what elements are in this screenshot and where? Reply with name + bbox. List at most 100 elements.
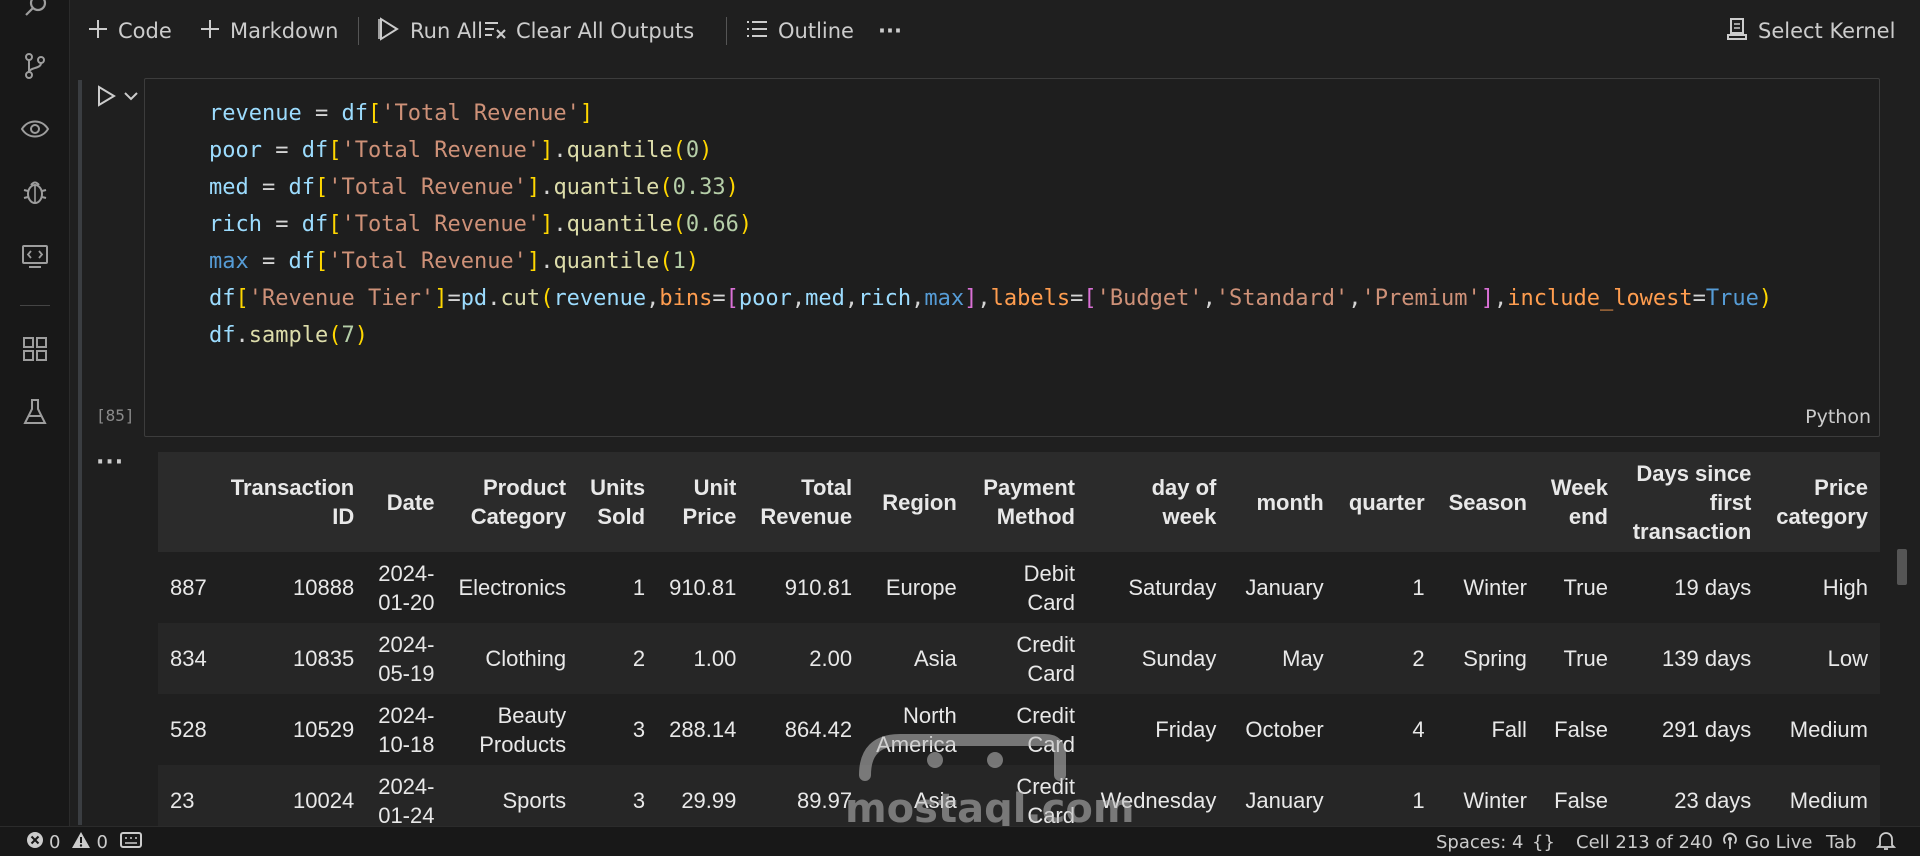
- toolbar-divider: [358, 17, 359, 45]
- table-cell: Debit Card: [968, 552, 1087, 623]
- output-actions-button[interactable]: ···: [96, 450, 124, 475]
- status-bar: 0 0 Spaces: 4 {} Cell 213 of 240 Go Live…: [0, 826, 1920, 856]
- list-icon: [746, 19, 768, 44]
- table-cell: 291 days: [1619, 694, 1764, 765]
- kernel-icon: [1726, 17, 1748, 46]
- table-cell: 10024: [218, 765, 367, 826]
- table-cell: Sunday: [1087, 623, 1229, 694]
- table-cell: Medium: [1763, 765, 1880, 826]
- code-content: revenue = df['Total Revenue'] poor = df[…: [209, 101, 1773, 348]
- table-cell: High: [1763, 552, 1880, 623]
- column-header: Days since first transaction: [1619, 452, 1764, 552]
- remote-explorer-icon[interactable]: [19, 240, 51, 272]
- more-actions-label: ···: [878, 19, 902, 43]
- run-options-button[interactable]: [122, 86, 140, 106]
- clear-all-outputs-button[interactable]: Clear All Outputs: [484, 13, 694, 49]
- table-cell: 23 days: [1619, 765, 1764, 826]
- search-icon[interactable]: [19, 0, 51, 24]
- column-header: month: [1228, 452, 1336, 552]
- table-cell: 1: [1335, 765, 1437, 826]
- bell-icon: [1875, 830, 1897, 855]
- column-header: Payment Method: [968, 452, 1087, 552]
- tab-indicator[interactable]: Tab: [1826, 830, 1856, 854]
- run-all-icon: [378, 16, 400, 46]
- cell-position-indicator[interactable]: Cell 213 of 240: [1576, 830, 1713, 854]
- select-kernel-button[interactable]: Select Kernel: [1726, 13, 1895, 49]
- table-cell: Wednesday: [1087, 765, 1229, 826]
- add-markdown-cell-button[interactable]: Markdown: [200, 13, 338, 49]
- table-cell: Medium: [1763, 694, 1880, 765]
- table-cell: 1: [1335, 552, 1437, 623]
- table-cell: Friday: [1087, 694, 1229, 765]
- table-cell: 288.14: [657, 694, 749, 765]
- notifications-button[interactable]: [1875, 830, 1897, 855]
- table-cell: 4: [1335, 694, 1437, 765]
- eye-icon[interactable]: [19, 113, 51, 145]
- problems-indicator[interactable]: 0 0: [26, 830, 108, 854]
- table-cell: 864.42: [748, 694, 865, 765]
- table-cell: January: [1228, 765, 1336, 826]
- table-row: 528 10529 2024-10-18 Beauty Products 3 2…: [158, 694, 1880, 765]
- table-row: 887 10888 2024-01-20 Electronics 1 910.8…: [158, 552, 1880, 623]
- notebook-toolbar: Code Markdown Run All Clear All Outputs …: [70, 0, 1920, 64]
- radio-tower-icon: [120, 831, 142, 854]
- indentation-indicator[interactable]: Spaces: 4: [1436, 830, 1523, 854]
- table-cell: Winter: [1436, 552, 1539, 623]
- error-icon: [26, 831, 44, 854]
- cell-language-indicator[interactable]: Python: [1805, 406, 1871, 428]
- table-cell: Saturday: [1087, 552, 1229, 623]
- extensions-icon[interactable]: [19, 333, 51, 365]
- table-cell: Winter: [1436, 765, 1539, 826]
- table-cell: Beauty Products: [446, 694, 579, 765]
- table-cell: Asia: [864, 623, 969, 694]
- testing-icon[interactable]: [19, 396, 51, 428]
- table-cell: 10529: [218, 694, 367, 765]
- column-header: day of week: [1087, 452, 1229, 552]
- language-mode-indicator[interactable]: {}: [1532, 830, 1555, 854]
- chevron-down-icon: [124, 92, 138, 101]
- source-control-icon[interactable]: [19, 50, 51, 82]
- go-live-button[interactable]: Go Live: [1720, 830, 1812, 854]
- output-scrollbar-thumb[interactable]: [1897, 549, 1907, 585]
- table-cell: 1: [578, 552, 658, 623]
- code-editor[interactable]: revenue = df['Total Revenue'] poor = df[…: [144, 78, 1880, 437]
- table-cell: 910.81: [657, 552, 749, 623]
- table-cell: 2: [1335, 623, 1437, 694]
- run-all-button[interactable]: Run All: [378, 13, 483, 49]
- execution-count: [85]: [96, 406, 135, 425]
- broadcast-icon: [1720, 830, 1740, 855]
- activity-bar: [0, 0, 70, 826]
- table-cell: True: [1538, 552, 1620, 623]
- add-code-cell-button[interactable]: Code: [88, 13, 172, 49]
- error-count: 0: [49, 831, 61, 853]
- table-header-row: Transaction ID Date Product Category Uni…: [158, 452, 1880, 552]
- more-actions-button[interactable]: ···: [878, 13, 902, 49]
- warning-count: 0: [96, 831, 108, 853]
- table-row: 23 10024 2024-01-24 Sports 3 29.99 89.97…: [158, 765, 1880, 826]
- column-header: Product Category: [446, 452, 579, 552]
- table-cell: 2024-10-18: [366, 694, 447, 765]
- row-index: 23: [158, 765, 219, 826]
- play-icon: [98, 85, 116, 107]
- plus-icon: [88, 19, 108, 44]
- clear-all-icon: [484, 18, 506, 45]
- table-cell: 10888: [218, 552, 367, 623]
- table-cell: 139 days: [1619, 623, 1764, 694]
- cell-output: Transaction ID Date Product Category Uni…: [158, 452, 1880, 826]
- column-header: Week end: [1538, 452, 1620, 552]
- table-cell: Europe: [864, 552, 969, 623]
- outline-button[interactable]: Outline: [746, 13, 854, 49]
- table-cell: 2024-05-19: [366, 623, 447, 694]
- clear-all-outputs-label: Clear All Outputs: [516, 19, 695, 43]
- ports-indicator[interactable]: [120, 830, 142, 854]
- table-cell: 89.97: [748, 765, 865, 826]
- debug-icon[interactable]: [19, 176, 51, 208]
- run-cell-button[interactable]: [92, 82, 120, 110]
- table-cell: Credit Card: [968, 623, 1087, 694]
- warning-icon: [71, 831, 91, 854]
- table-cell: 910.81: [748, 552, 865, 623]
- column-header: Transaction ID: [218, 452, 367, 552]
- table-cell: Credit Card: [968, 765, 1087, 826]
- table-cell: 10835: [218, 623, 367, 694]
- row-index: 528: [158, 694, 219, 765]
